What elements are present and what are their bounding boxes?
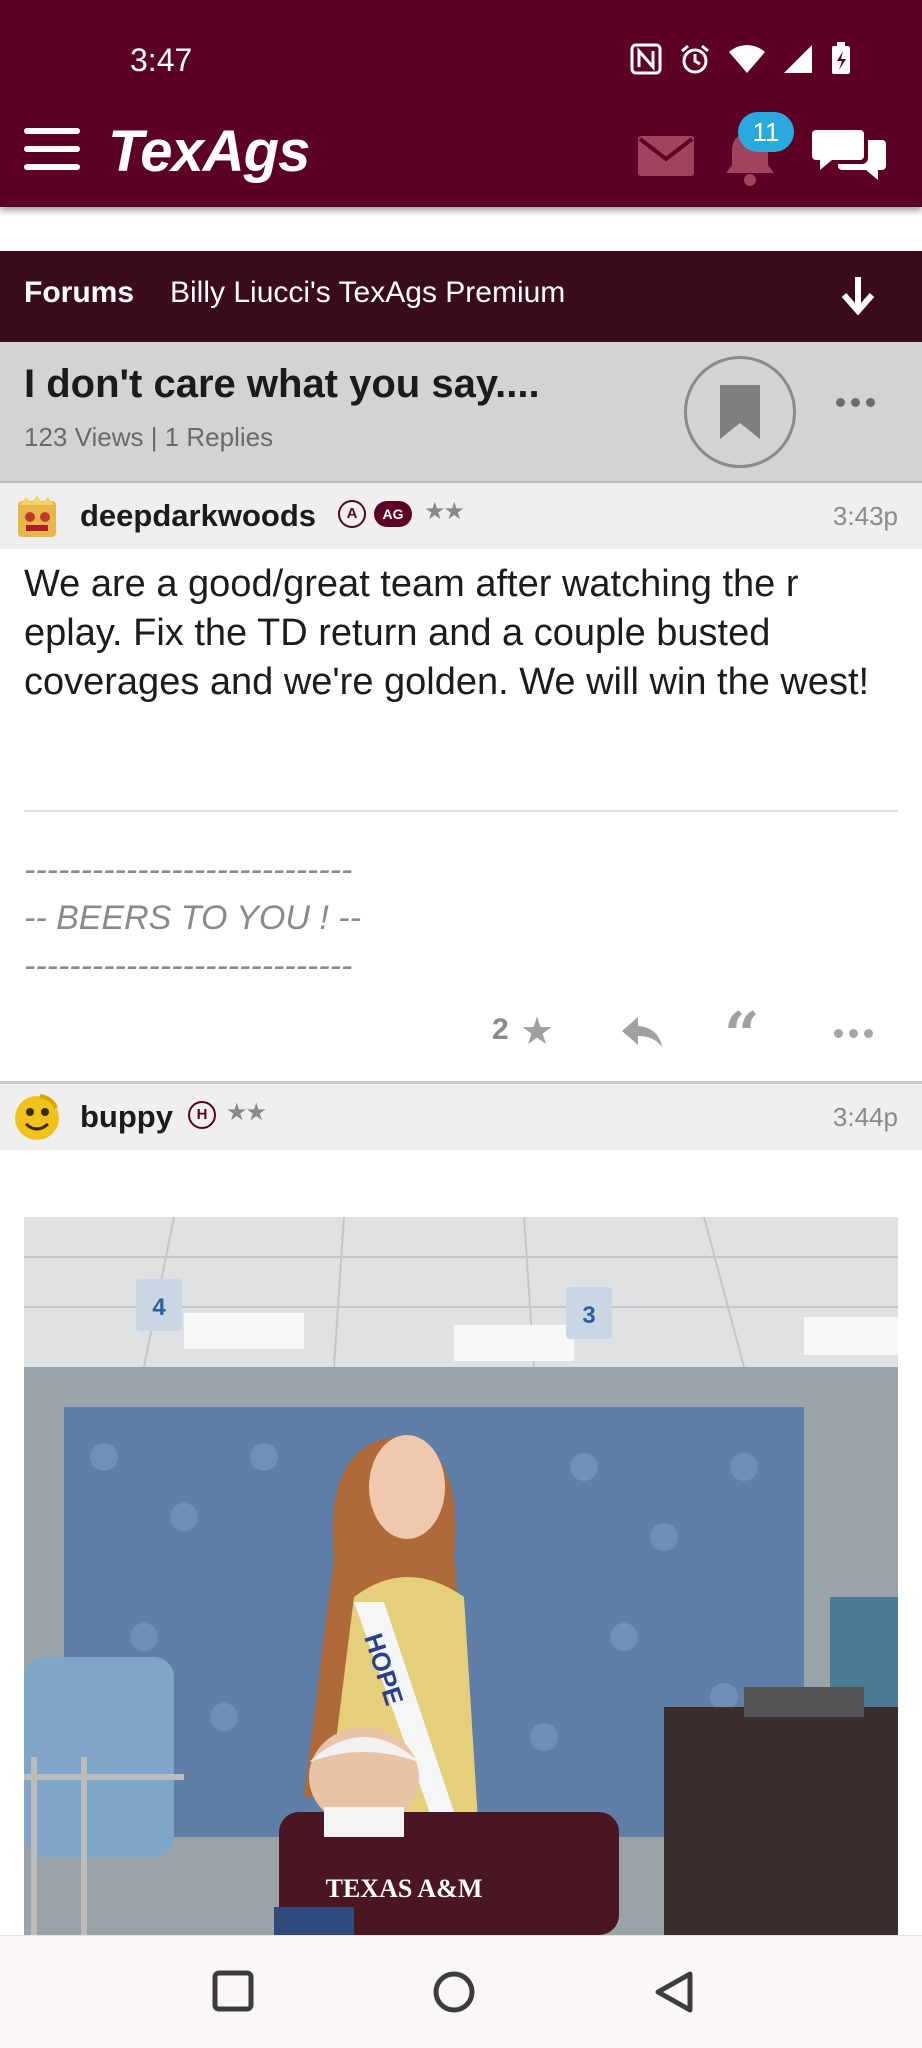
forum-breadcrumb-bar: Forums Billy Liucci's TexAgs Premium (0, 251, 922, 342)
user-badge-h: H (188, 1101, 216, 1129)
post-header: buppy H ★★ 3:44p (0, 1084, 922, 1150)
thread-header: I don't care what you say.... 123 Views … (0, 342, 922, 483)
thread-meta: 123 Views | 1 Replies (24, 422, 274, 452)
post-time: 3:43p (832, 501, 898, 531)
post-actions: 2 ★ “ (0, 1003, 922, 1066)
signal-icon (784, 45, 812, 73)
room-sign-left: 4 (152, 1294, 166, 1321)
notification-count-badge: 11 (738, 112, 794, 152)
battery-charging-icon (832, 42, 850, 74)
mail-icon[interactable] (638, 136, 694, 180)
post-signature: ----------------------------- -- BEERS T… (24, 851, 361, 985)
signature-divider (24, 810, 898, 812)
recent-apps-icon[interactable] (212, 1970, 254, 2016)
app-logo[interactable]: TexAgs (108, 118, 310, 185)
post-image[interactable]: 4 3 HOPE TEXAS A&M (24, 1217, 898, 1935)
forum-name-link[interactable]: Billy Liucci's TexAgs Premium (170, 276, 565, 310)
nfc-icon (630, 43, 662, 75)
user-badge-a: A (338, 500, 366, 528)
back-icon[interactable] (652, 1970, 696, 2018)
chat-bubbles-icon[interactable] (812, 124, 888, 188)
avatar[interactable] (12, 1092, 62, 1142)
post-more-icon[interactable] (834, 1029, 873, 1038)
system-nav-bar (0, 1935, 922, 2048)
thread-more-icon[interactable] (836, 398, 875, 407)
user-badge-ag: AG (374, 501, 412, 527)
post-username[interactable]: buppy (80, 1099, 173, 1135)
arrow-down-icon[interactable] (838, 275, 878, 321)
thread-title: I don't care what you say.... (24, 362, 540, 406)
post-username[interactable]: deepdarkwoods (80, 498, 316, 534)
forums-link[interactable]: Forums (24, 276, 134, 310)
bookmark-button[interactable] (684, 356, 796, 468)
post-body: We are a good/great team after watching … (24, 563, 870, 703)
rank-stars: ★★ (226, 1098, 267, 1126)
alarm-icon (681, 44, 709, 74)
hamburger-menu-icon[interactable] (24, 128, 80, 174)
post-header: deepdarkwoods A AG ★★ 3:43p (0, 483, 922, 549)
reply-icon[interactable] (620, 1015, 664, 1053)
post-time: 3:44p (832, 1102, 898, 1132)
wifi-icon (729, 45, 765, 73)
like-count: 2 (492, 1013, 509, 1046)
avatar[interactable] (12, 491, 62, 541)
status-time: 3:47 (130, 42, 193, 78)
bookmark-icon (720, 385, 760, 439)
quote-icon[interactable]: “ (724, 1004, 760, 1066)
star-icon[interactable]: ★ (520, 1009, 554, 1053)
room-sign-right: 3 (582, 1302, 595, 1329)
rank-stars: ★★ (424, 497, 465, 525)
app-bar: 3:47 TexAgs 11 (0, 0, 922, 207)
status-icons (630, 42, 852, 76)
home-icon[interactable] (432, 1970, 476, 2018)
shirt-text: TEXAS A&M (326, 1874, 483, 1903)
